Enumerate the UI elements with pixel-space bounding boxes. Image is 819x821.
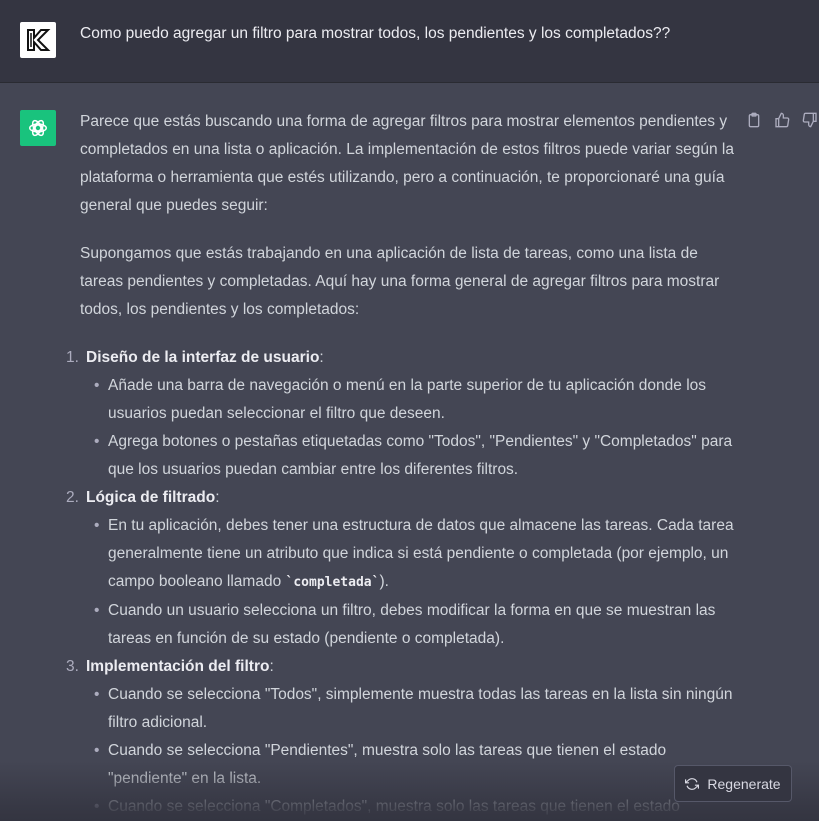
thumbs-down-button[interactable]: [800, 110, 819, 130]
thumbs-up-button[interactable]: [772, 110, 792, 130]
steps-list: 1. Diseño de la interfaz de usuario: Aña…: [66, 344, 736, 821]
user-message-text: Como puedo agregar un filtro para mostra…: [80, 25, 671, 42]
k-logo-icon: [27, 29, 51, 51]
colon: :: [215, 489, 220, 506]
bullet-item: Cuando se selecciona "Completados", mues…: [94, 793, 736, 821]
user-message-row: Como puedo agregar un filtro para mostra…: [0, 0, 819, 83]
thumbs-down-icon: [802, 112, 817, 128]
bullet-item: Añade una barra de navegación o menú en …: [94, 372, 736, 428]
clipboard-icon: [748, 112, 760, 128]
bullet-item: Agrega botones o pestañas etiquetadas co…: [94, 428, 736, 484]
step-item: 1. Diseño de la interfaz de usuario: Aña…: [66, 344, 736, 484]
intro-paragraph: Parece que estás buscando una forma de a…: [80, 113, 734, 214]
assistant-avatar: [20, 110, 56, 146]
step-number: 1.: [66, 349, 79, 366]
bullet-text: En tu aplicación, debes tener una estruc…: [108, 517, 734, 590]
step-title: Diseño de la interfaz de usuario: [86, 349, 320, 366]
regenerate-button[interactable]: Regenerate: [674, 765, 792, 802]
regenerate-label: Regenerate: [707, 775, 781, 792]
step-title: Lógica de filtrado: [86, 489, 216, 506]
refresh-icon: [685, 777, 700, 790]
bullet-list: Cuando se selecciona "Todos", simplement…: [94, 681, 736, 821]
inline-code: `completada`: [285, 575, 380, 590]
bullet-item: Cuando se selecciona "Pendientes", muest…: [94, 737, 736, 793]
bullet-list: En tu aplicación, debes tener una estruc…: [94, 512, 736, 653]
user-avatar: [20, 22, 56, 58]
assistant-message: Parece que estás buscando una forma de a…: [66, 108, 736, 821]
step-title: Implementación del filtro: [86, 658, 270, 675]
copy-button[interactable]: [744, 110, 764, 130]
step-number: 2.: [66, 489, 79, 506]
message-actions: [744, 110, 819, 130]
context-paragraph: Supongamos que estás trabajando en una a…: [80, 245, 720, 318]
colon: :: [269, 658, 274, 675]
bullet-list: Añade una barra de navegación o menú en …: [94, 372, 736, 484]
bullet-item: Cuando un usuario selecciona un filtro, …: [94, 597, 736, 653]
bullet-item: Cuando se selecciona "Todos", simplement…: [94, 681, 736, 737]
thumbs-up-icon: [775, 112, 790, 128]
step-number: 3.: [66, 658, 79, 675]
openai-logo-icon: [29, 119, 47, 137]
bullet-text: ).: [379, 573, 389, 590]
bullet-item: En tu aplicación, debes tener una estruc…: [94, 512, 736, 597]
step-item: 3. Implementación del filtro: Cuando se …: [66, 653, 736, 821]
step-item: 2. Lógica de filtrado: En tu aplicación,…: [66, 484, 736, 653]
colon: :: [319, 349, 324, 366]
